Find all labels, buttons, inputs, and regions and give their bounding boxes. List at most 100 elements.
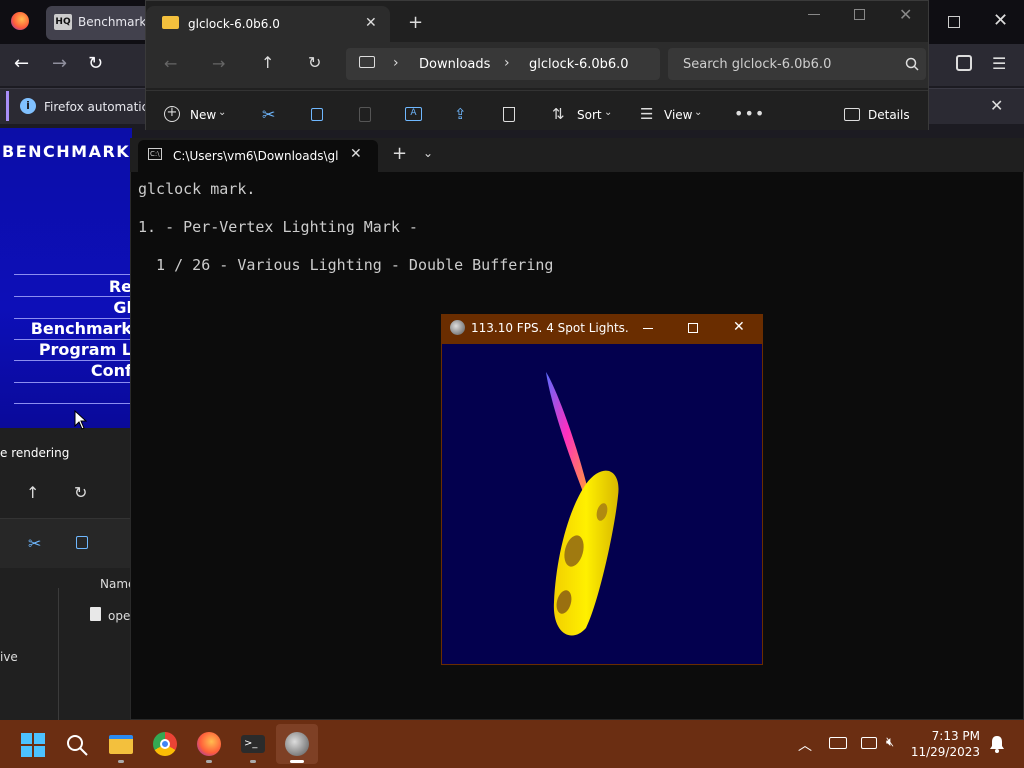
details-pane-icon[interactable] xyxy=(844,108,860,121)
up-icon[interactable]: ↑ xyxy=(261,53,274,72)
notification-accent xyxy=(6,91,9,121)
nav-divider xyxy=(14,274,132,275)
chevron-down-icon[interactable]: ⌄ xyxy=(604,107,612,118)
terminal-line: 1. - Per-Vertex Lighting Mark - xyxy=(138,218,418,236)
gl-render-canvas xyxy=(442,344,762,664)
close-icon[interactable]: ✕ xyxy=(733,319,745,335)
nav-link[interactable]: Re xyxy=(109,277,132,296)
tab-close-icon[interactable]: ✕ xyxy=(350,146,362,162)
breadcrumb-item[interactable]: Downloads xyxy=(419,57,490,72)
window-close-icon[interactable]: ✕ xyxy=(899,5,912,24)
display-icon[interactable] xyxy=(861,737,877,749)
file-icon xyxy=(90,607,101,621)
reload-icon[interactable]: ↻ xyxy=(88,53,103,74)
forward-icon[interactable]: → xyxy=(52,53,67,74)
chrome-icon[interactable] xyxy=(153,732,177,756)
restore-icon[interactable] xyxy=(948,16,960,28)
new-tab-icon[interactable]: + xyxy=(392,143,407,164)
breadcrumb-item[interactable]: glclock-6.0b6.0 xyxy=(529,57,629,72)
delete-icon[interactable] xyxy=(503,107,515,122)
firefox-taskbar-icon[interactable] xyxy=(197,732,221,756)
minimize-icon[interactable] xyxy=(643,328,653,329)
glclock-taskbar-icon xyxy=(285,732,309,756)
view-icon[interactable]: ☰ xyxy=(640,105,653,123)
search-icon[interactable] xyxy=(905,57,919,71)
glclock-title: 113.10 FPS. 4 Spot Lights. xyxy=(471,321,629,335)
view-button[interactable]: View xyxy=(664,108,692,122)
file-explorer-taskbar-icon[interactable] xyxy=(109,735,133,754)
extensions-icon[interactable] xyxy=(956,55,972,71)
nav-link[interactable]: Program L xyxy=(39,340,132,359)
explorer-background-window xyxy=(0,430,132,720)
network-off-icon[interactable] xyxy=(829,737,847,749)
glclock-app-icon xyxy=(450,320,465,335)
new-button[interactable]: New xyxy=(190,108,216,122)
info-icon: i xyxy=(20,98,36,114)
chevron-right-icon[interactable]: › xyxy=(393,55,399,71)
benchmarkhq-favicon-icon: HQ xyxy=(54,14,72,30)
explorer-bg-title: e rendering xyxy=(0,446,70,460)
terminal-tab-label: C:\Users\vm6\Downloads\glcl xyxy=(173,149,339,163)
tab-close-icon[interactable]: ✕ xyxy=(365,15,377,31)
nav-divider xyxy=(14,382,132,383)
start-windows-icon[interactable] xyxy=(21,733,45,757)
chevron-up-icon[interactable]: ︿ xyxy=(798,735,812,755)
clock-3d-render xyxy=(546,372,619,636)
benchmarkhq-logo: BENCHMARK xyxy=(2,142,131,161)
sort-icon[interactable]: ⇅ xyxy=(552,105,565,123)
mouse-cursor-icon xyxy=(74,410,88,430)
taskbar-date[interactable]: 11/29/2023 xyxy=(900,745,980,759)
cut-icon[interactable]: ✂ xyxy=(28,534,41,553)
file-item[interactable]: ope xyxy=(108,609,130,623)
notification-close-icon[interactable]: ✕ xyxy=(990,96,1003,115)
maximize-icon[interactable] xyxy=(688,323,698,333)
volume-muted-icon[interactable]: 🔇︎ xyxy=(886,735,894,750)
cmd-icon: C:\ xyxy=(148,148,162,160)
copy-icon[interactable] xyxy=(76,536,88,549)
maximize-icon[interactable] xyxy=(854,9,865,20)
chevron-down-icon[interactable]: ⌄ xyxy=(218,107,226,118)
terminal-line: glclock mark. xyxy=(138,180,256,198)
nav-link[interactable]: Conf xyxy=(91,361,132,380)
sort-button[interactable]: Sort xyxy=(577,108,602,122)
back-icon[interactable]: ← xyxy=(164,54,177,73)
nav-divider xyxy=(14,403,132,404)
paste-icon[interactable] xyxy=(359,107,371,122)
rename-icon[interactable]: A xyxy=(405,107,422,121)
nav-link[interactable]: Benchmark xyxy=(31,319,132,338)
terminal-line: 1 / 26 - Various Lighting - Double Buffe… xyxy=(138,256,554,274)
close-icon[interactable]: ✕ xyxy=(993,10,1008,31)
firefox-tab-title: BenchmarkH xyxy=(78,15,156,29)
pane-divider xyxy=(58,588,59,720)
up-icon[interactable]: ↑ xyxy=(26,483,39,502)
share-icon[interactable]: ⇪ xyxy=(454,105,467,123)
chevron-down-icon[interactable]: ⌄ xyxy=(694,107,702,118)
refresh-icon[interactable]: ↻ xyxy=(308,53,321,72)
sidebar-item[interactable]: ive xyxy=(0,650,18,664)
explorer-bg-command-bar xyxy=(0,518,132,568)
new-icon[interactable]: + xyxy=(164,106,180,122)
minimize-icon[interactable] xyxy=(808,14,820,15)
firefox-logo-icon[interactable] xyxy=(11,12,29,30)
running-indicator xyxy=(118,760,124,763)
more-options-icon[interactable]: ••• xyxy=(734,104,765,123)
back-icon[interactable]: ← xyxy=(14,53,29,74)
forward-icon[interactable]: → xyxy=(212,54,225,73)
active-indicator xyxy=(290,760,304,763)
running-indicator xyxy=(206,760,212,763)
refresh-icon[interactable]: ↻ xyxy=(74,483,87,502)
details-button[interactable]: Details xyxy=(868,108,910,122)
copy-icon[interactable] xyxy=(311,108,323,121)
terminal-taskbar-icon[interactable]: >_ xyxy=(241,735,265,753)
chevron-right-icon[interactable]: › xyxy=(504,55,510,71)
search-placeholder: Search glclock-6.0b6.0 xyxy=(683,57,832,72)
taskbar-time[interactable]: 7:13 PM xyxy=(900,729,980,743)
new-tab-icon[interactable]: + xyxy=(408,12,423,33)
menu-icon[interactable]: ☰ xyxy=(992,54,1006,73)
chevron-down-icon[interactable]: ⌄ xyxy=(423,146,433,160)
notification-bell-icon[interactable] xyxy=(989,735,1005,753)
cut-icon[interactable]: ✂ xyxy=(262,105,275,124)
computer-icon xyxy=(359,56,375,68)
folder-icon xyxy=(162,16,179,29)
search-icon[interactable] xyxy=(65,733,89,757)
